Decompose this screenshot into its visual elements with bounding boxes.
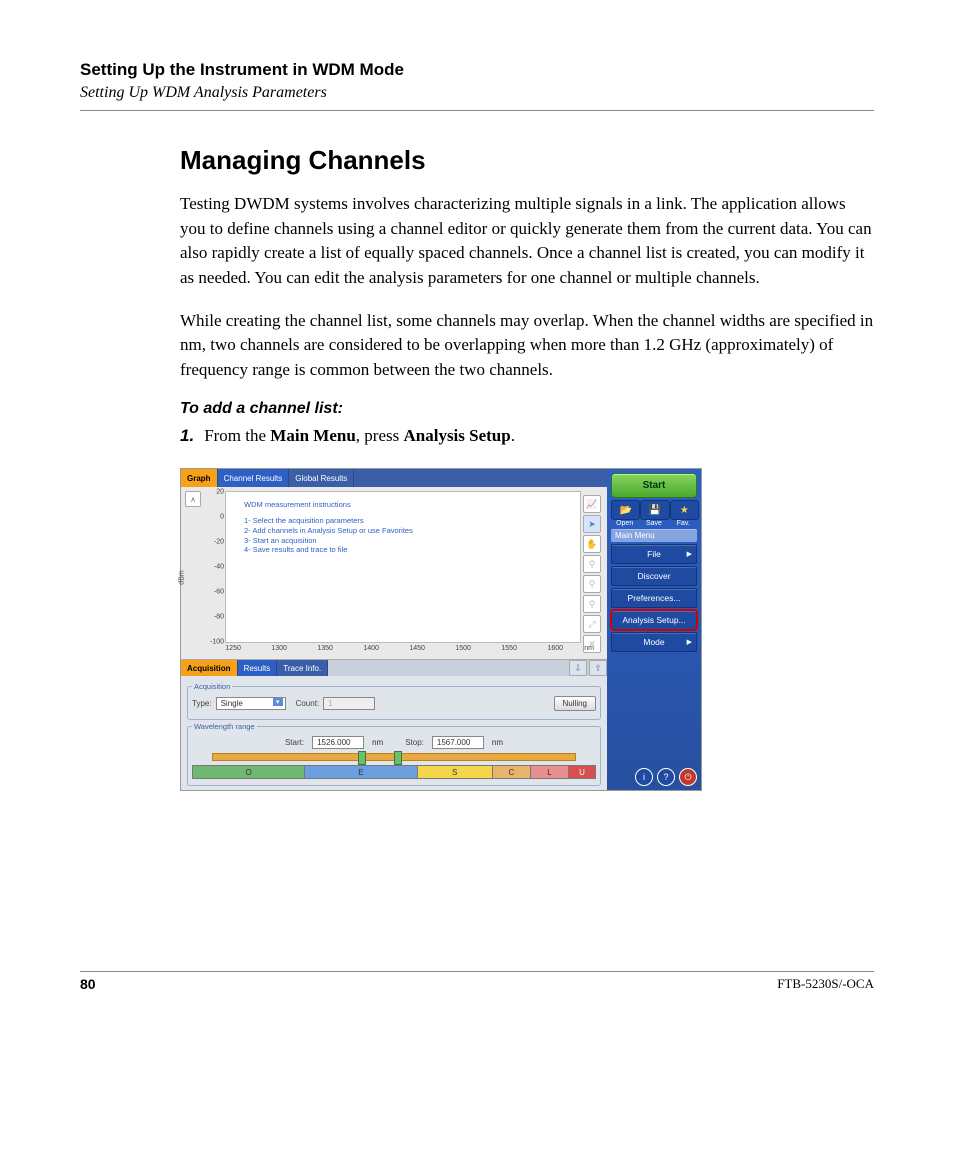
wavelength-slider[interactable] [212,753,576,761]
side-panel: Start 📂Open 💾Save ★Fav. Main Menu File▶ … [607,469,701,790]
procedure-heading: To add a channel list: [180,400,874,418]
band-u[interactable]: U [569,766,595,778]
step-1: 1. From the Main Menu, press Analysis Se… [180,424,874,448]
zoom-region-icon[interactable]: ⚲ [583,595,601,613]
start-button[interactable]: Start [611,473,697,498]
paragraph-1: Testing DWDM systems involves characteri… [180,192,874,291]
stop-unit: nm [492,738,503,747]
step-text: From the Main Menu, press Analysis Setup… [204,424,515,448]
tab-graph[interactable]: Graph [181,469,218,487]
marker-tool-icon[interactable]: ∧ [185,491,201,507]
band-o[interactable]: O [193,766,305,778]
y-axis-label: dBm [179,571,186,585]
nulling-button[interactable]: Nulling [554,696,596,711]
step-number: 1. [180,424,194,448]
band-l[interactable]: L [531,766,569,778]
tab-channel-results[interactable]: Channel Results [218,469,290,487]
acquisition-group: Acquisition [192,682,232,691]
start-label: Start: [285,738,304,747]
tab-acquisition[interactable]: Acquisition [181,660,238,676]
band-e[interactable]: E [305,766,417,778]
app-screenshot: Graph Channel Results Global Results ∧ d… [180,468,702,791]
stop-field[interactable]: 1567.000 [432,736,484,749]
type-label: Type: [192,699,212,708]
pointer-tool-icon[interactable]: ➤ [583,515,601,533]
tab-results[interactable]: Results [238,660,278,676]
zoom-in-icon[interactable]: ⚲ [583,555,601,573]
favorites-icon[interactable]: ★ [670,500,699,520]
zoom-out-icon[interactable]: ⚲ [583,575,601,593]
start-unit: nm [372,738,383,747]
chapter-subtitle: Setting Up WDM Analysis Parameters [80,84,874,102]
paragraph-2: While creating the channel list, some ch… [180,309,874,383]
tab-trace-info[interactable]: Trace Info. [277,660,328,676]
chapter-title: Setting Up the Instrument in WDM Mode [80,60,874,80]
section-title: Managing Channels [180,145,874,176]
power-icon[interactable]: ⏻ [679,768,697,786]
footer-model: FTB-5230S/-OCA [777,976,874,992]
menu-file[interactable]: File▶ [611,544,697,564]
save-icon[interactable]: 💾 [640,500,669,520]
panel-collapse-icon[interactable]: ⇩ [569,660,587,676]
band-strip: O E S C L U [192,765,596,779]
info-icon[interactable]: i [635,768,653,786]
stop-label: Stop: [405,738,424,747]
main-menu-header: Main Menu [611,529,697,542]
wavelength-group: Wavelength range [192,722,257,731]
chart-tool-icon[interactable]: 📈 [583,495,601,513]
menu-preferences[interactable]: Preferences... [611,588,697,608]
band-c[interactable]: C [493,766,531,778]
count-field[interactable]: 1 [323,697,375,710]
menu-mode[interactable]: Mode▶ [611,632,697,652]
menu-analysis-setup[interactable]: Analysis Setup... [611,610,697,630]
type-dropdown[interactable]: Single [216,697,286,710]
top-tabs: Graph Channel Results Global Results [181,469,607,487]
header-rule [80,110,874,111]
start-field[interactable]: 1526.000 [312,736,364,749]
open-icon[interactable]: 📂 [611,500,640,520]
spectrum-chart: 20 0 -20 -40 -60 -80 -100 1250 1300 1350 [225,491,581,643]
fit-icon[interactable]: ⤢ [583,615,601,633]
page-number: 80 [80,976,96,992]
x-axis-unit: nm [584,645,594,652]
count-label: Count: [296,699,320,708]
help-icon[interactable]: ? [657,768,675,786]
panel-expand-icon[interactable]: ⇧ [589,660,607,676]
menu-discover[interactable]: Discover [611,566,697,586]
chart-instructions: WDM measurement instructions 1- Select t… [244,500,413,555]
band-s[interactable]: S [418,766,493,778]
tab-global-results[interactable]: Global Results [289,469,354,487]
pan-tool-icon[interactable]: ✋ [583,535,601,553]
